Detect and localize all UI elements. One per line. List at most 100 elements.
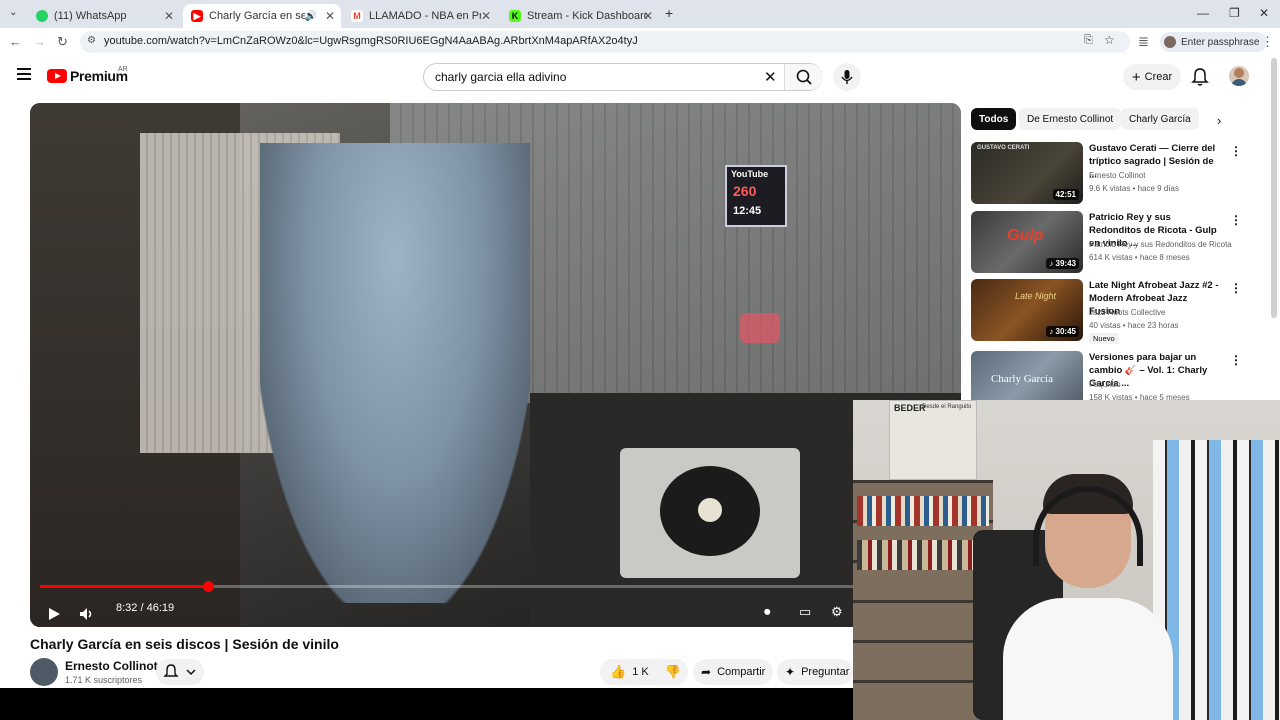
settings-gear-icon[interactable]: ⚙ <box>831 604 843 620</box>
chip-channel[interactable]: De Ernesto Collinot <box>1019 108 1122 130</box>
like-icon[interactable]: 👍 <box>610 664 626 680</box>
chevron-right-icon[interactable]: › <box>1217 113 1221 128</box>
tab-kick[interactable]: K Stream - Kick Dashboard ✕ <box>501 4 659 28</box>
time-display: 8:32 / 46:19 <box>116 602 175 614</box>
subtitles-icon[interactable]: ▭ <box>799 604 811 620</box>
webcam-overlay: BEDER Desde el Ranguito <box>853 400 1280 720</box>
rec-channel[interactable]: Faqundo <box>1089 380 1121 389</box>
gmail-icon: M <box>351 10 363 22</box>
search-box[interactable]: charly garcia ella adivino ✕ <box>423 63 823 91</box>
subscription-bell-button[interactable] <box>156 659 204 685</box>
bookmark-star-icon[interactable]: ☆ <box>1104 33 1115 47</box>
tab-gmail[interactable]: M LLAMADO - NBA en Prime, JAN ✕ <box>343 4 497 28</box>
recommendation-item[interactable]: Gulp ♪ 39:43 Patricio Rey y sus Redondit… <box>971 211 1251 273</box>
chip-label: Todos <box>979 113 1009 125</box>
reload-icon[interactable]: ↻ <box>57 34 68 50</box>
rec-meta: 9.6 K vistas • hace 9 días <box>1089 184 1179 193</box>
rec-channel[interactable]: Patricio Rey y sus Redonditos de Ricota <box>1089 240 1232 249</box>
close-tab-icon[interactable]: ✕ <box>164 9 174 23</box>
site-info-icon[interactable]: ⚙ <box>87 35 96 46</box>
create-button[interactable]: + Crear <box>1123 64 1181 90</box>
share-label: Compartir <box>717 666 766 678</box>
back-icon[interactable]: ← <box>9 34 22 49</box>
search-icon <box>796 69 812 85</box>
reading-list-icon[interactable]: ≣ <box>1138 34 1149 50</box>
rec-channel[interactable]: Jazz Roots Collective <box>1089 308 1165 317</box>
recommendation-item[interactable]: Late Night ♪ 30:45 Late Night Afrobeat J… <box>971 279 1251 344</box>
create-label: Crear <box>1144 71 1173 83</box>
sign-text: YouTube <box>731 169 769 179</box>
video-title: Charly García en seis discos | Sesión de… <box>30 636 339 652</box>
more-vert-icon[interactable]: ⋮ <box>1230 213 1242 227</box>
more-vert-icon[interactable]: ⋮ <box>1230 281 1242 295</box>
video-thumbnail[interactable]: Gulp ♪ 39:43 <box>971 211 1083 273</box>
forward-icon[interactable]: → <box>33 34 46 49</box>
close-window-icon[interactable]: ✕ <box>1259 6 1269 20</box>
account-avatar[interactable] <box>1229 66 1249 86</box>
channel-name[interactable]: Ernesto Collinot <box>65 659 158 673</box>
share-icon: ➦ <box>701 665 712 679</box>
chip-artist[interactable]: Charly García <box>1121 108 1199 130</box>
passphrase-label: Enter passphrase <box>1181 36 1260 48</box>
ask-label: Preguntar <box>801 666 850 678</box>
video-thumbnail[interactable]: Late Night ♪ 30:45 <box>971 279 1083 341</box>
sign-clock: 12:45 <box>733 205 762 217</box>
close-tab-icon[interactable]: ✕ <box>481 9 491 23</box>
new-tab-icon[interactable]: + <box>665 5 673 21</box>
more-vert-icon[interactable]: ⋮ <box>1230 144 1242 158</box>
maximize-icon[interactable]: ❐ <box>1229 6 1240 20</box>
kick-icon: K <box>509 10 521 22</box>
video-player[interactable]: YouTube 260 12:45 <box>30 103 961 627</box>
autoplay-toggle[interactable]: ⏺ <box>764 604 771 620</box>
speaker-icon[interactable]: 🔊 <box>305 11 317 22</box>
url-text: youtube.com/watch?v=LmCnZaROWz0&lc=UgwRs… <box>104 35 638 47</box>
chip-todos[interactable]: Todos <box>971 108 1017 130</box>
notifications-bell-icon[interactable] <box>1191 67 1209 87</box>
rec-channel[interactable]: Ernesto Collinot <box>1089 171 1145 180</box>
tab-label: (11) WhatsApp <box>54 10 127 22</box>
like-count[interactable]: 1 K <box>632 666 649 678</box>
browser-menu-icon[interactable]: ⋮ <box>1261 34 1274 50</box>
recommendation-item[interactable]: GUSTAVO CERATI 42:51 Gustavo Cerati — Ci… <box>971 142 1251 204</box>
webcam-books <box>857 496 989 526</box>
video-thumbnail[interactable]: GUSTAVO CERATI 42:51 <box>971 142 1083 204</box>
play-icon[interactable] <box>47 607 61 621</box>
video-scene-person <box>260 143 530 603</box>
video-scene-turntable <box>620 448 800 578</box>
record-label <box>698 498 722 522</box>
ask-button[interactable]: ✦ Preguntar <box>777 659 853 685</box>
tab-whatsapp[interactable]: (11) WhatsApp ✕ <box>28 4 180 28</box>
search-button[interactable] <box>784 64 823 90</box>
youtube-play-icon <box>47 69 67 83</box>
channel-avatar[interactable] <box>30 658 58 686</box>
address-bar[interactable]: ⚙ youtube.com/watch?v=LmCnZaROWz0&lc=Ugw… <box>80 31 1130 53</box>
poster-title: BEDER <box>894 403 926 413</box>
subscriber-count: 1.71 K suscriptores <box>65 675 143 685</box>
menu-icon[interactable] <box>17 68 31 80</box>
sparkle-icon: ✦ <box>785 665 796 679</box>
tab-youtube[interactable]: ▶ Charly García en seis discos 🔊 ✕ <box>183 4 341 28</box>
more-vert-icon[interactable]: ⋮ <box>1230 353 1242 367</box>
volume-icon[interactable] <box>79 607 95 621</box>
page-scrollbar[interactable] <box>1271 58 1277 318</box>
close-tab-icon[interactable]: ✕ <box>325 9 335 23</box>
dislike-icon[interactable]: 👎 <box>665 664 681 680</box>
chip-label: Charly García <box>1129 113 1191 125</box>
progress-scrubber[interactable] <box>202 581 214 592</box>
clear-search-icon[interactable]: ✕ <box>764 68 777 86</box>
profile-passphrase-button[interactable]: Enter passphrase <box>1160 32 1268 52</box>
tab-search-icon[interactable]: ⌄ <box>9 7 17 18</box>
voice-search-button[interactable] <box>833 63 861 91</box>
minimize-icon[interactable]: — <box>1197 6 1209 20</box>
progress-bar[interactable] <box>40 581 951 592</box>
chip-label: De Ernesto Collinot <box>1027 113 1114 125</box>
youtube-logo[interactable]: Premium AR <box>47 66 128 84</box>
youtube-header: Premium AR charly garcia ella adivino ✕ … <box>0 56 1280 98</box>
close-tab-icon[interactable]: ✕ <box>643 9 653 23</box>
video-scene-youtube-sign: YouTube 260 12:45 <box>725 165 787 227</box>
search-input[interactable]: charly garcia ella adivino <box>435 70 566 84</box>
country-code: AR <box>118 66 128 73</box>
browser-toolbar: ← → ↻ ⚙ youtube.com/watch?v=LmCnZaROWz0&… <box>0 28 1280 56</box>
share-button[interactable]: ➦ Compartir <box>693 659 773 685</box>
install-icon[interactable]: ⎘ <box>1084 34 1093 47</box>
